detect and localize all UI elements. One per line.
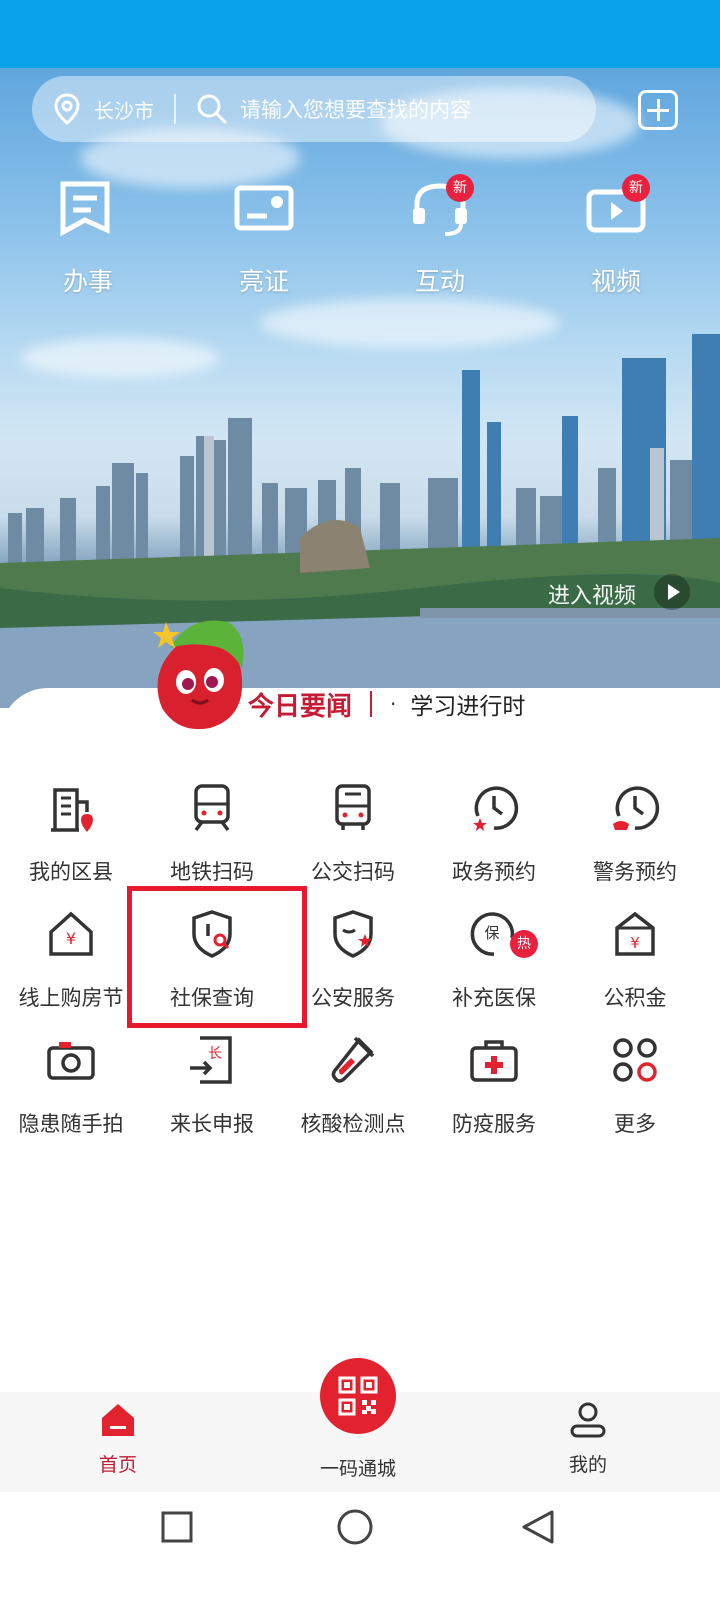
service-hazard-photo[interactable]: 隐患随手拍 — [0, 1034, 143, 1138]
tab-home[interactable]: 首页 — [58, 1400, 178, 1477]
service-police-appointment[interactable]: 警务预约 — [563, 782, 707, 886]
recents-square-icon[interactable] — [160, 1510, 194, 1544]
clock-police-icon — [613, 786, 660, 830]
tab-mine[interactable]: 我的 — [528, 1400, 648, 1477]
service-arrival-declare[interactable]: 长 来长申报 — [140, 1034, 284, 1138]
service-more[interactable]: 更多 — [563, 1034, 707, 1138]
service-label: 警务预约 — [593, 860, 677, 884]
service-gov-appointment[interactable]: 政务预约 — [422, 782, 566, 886]
service-bus-scan[interactable]: 公交扫码 — [281, 782, 425, 886]
location-pin-icon — [54, 93, 80, 125]
service-label: 来长申报 — [170, 1112, 254, 1136]
building-location-icon — [51, 788, 93, 832]
svg-text:保: 保 — [484, 924, 499, 942]
news-divider — [370, 691, 373, 717]
quick-action-label: 视频 — [590, 267, 641, 296]
bus-icon — [335, 784, 371, 830]
document-check-icon — [60, 181, 110, 237]
add-button[interactable] — [638, 90, 678, 130]
home-icon — [102, 1404, 134, 1436]
clock-star-icon — [473, 786, 519, 831]
city-label: 长沙市 — [94, 98, 154, 123]
service-epidemic-prevention[interactable]: 防疫服务 — [422, 1034, 566, 1138]
service-label: 地铁扫码 — [170, 860, 254, 884]
service-nucleic-test-sites[interactable]: 核酸检测点 — [281, 1034, 425, 1138]
service-metro-scan[interactable]: 地铁扫码 — [140, 782, 284, 886]
service-label: 线上购房节 — [18, 986, 124, 1010]
tab-label: 一码通城 — [319, 1458, 396, 1480]
camera-icon — [47, 1042, 95, 1080]
service-my-district[interactable]: 我的区县 — [0, 782, 143, 886]
service-label: 公积金 — [603, 986, 667, 1010]
quick-action-liangzheng[interactable]: 亮证 — [204, 180, 324, 298]
id-card-icon — [234, 185, 294, 231]
search-icon — [197, 94, 227, 124]
person-icon — [570, 1402, 606, 1438]
search-input[interactable]: 请输入您想要查找的内容 — [240, 94, 471, 124]
quick-action-label: 亮证 — [238, 267, 289, 296]
quick-action-label: 互动 — [414, 267, 465, 296]
status-bar — [0, 0, 720, 68]
news-title: 今日要闻 — [248, 691, 353, 722]
tab-label: 首页 — [98, 1454, 137, 1476]
service-label: 政务预约 — [452, 860, 536, 884]
qr-scan-button[interactable] — [320, 1358, 396, 1434]
test-tube-icon — [331, 1036, 375, 1083]
subway-icon — [194, 784, 230, 832]
enter-video-link[interactable]: 进入视频 — [548, 578, 636, 610]
highlight-frame — [127, 886, 307, 1028]
new-badge: 新 — [622, 174, 650, 202]
system-nav-bar — [0, 1492, 720, 1600]
svg-text:长: 长 — [208, 1046, 222, 1062]
tab-scan[interactable]: 一码通城 — [298, 1448, 418, 1481]
search-divider — [174, 94, 176, 124]
new-badge: 新 — [446, 174, 474, 202]
news-ticker[interactable]: 今日要闻 · 学习进行时 — [248, 676, 525, 732]
declare-icon: 长 — [190, 1036, 232, 1084]
qr-code-icon — [338, 1376, 378, 1416]
quick-action-hudong[interactable]: 新 互动 — [380, 174, 500, 298]
skyline-image — [0, 334, 720, 708]
service-label: 补充医保 — [452, 986, 536, 1010]
service-house-purchase[interactable]: ¥ 线上购房节 — [0, 908, 143, 1012]
hot-badge: 热 — [510, 930, 538, 958]
service-label: 防疫服务 — [452, 1112, 536, 1136]
location-selector[interactable]: 长沙市 — [32, 93, 154, 125]
service-supplementary-medical[interactable]: 保 热 补充医保 — [422, 908, 566, 1012]
fund-box-icon: ¥ — [615, 911, 655, 956]
svg-text:¥: ¥ — [630, 934, 640, 952]
service-label: 更多 — [614, 1112, 656, 1136]
quick-action-label: 办事 — [62, 267, 113, 296]
service-label: 公交扫码 — [311, 860, 395, 884]
service-label: 隐患随手拍 — [18, 1112, 124, 1136]
play-icon[interactable] — [654, 574, 690, 610]
back-triangle-icon[interactable] — [520, 1508, 556, 1546]
home-circle-icon[interactable] — [336, 1508, 374, 1546]
medical-kit-icon — [470, 1040, 518, 1082]
shield-star-icon — [333, 910, 373, 958]
service-label: 核酸检测点 — [300, 1112, 406, 1136]
service-label: 我的区县 — [29, 860, 113, 884]
house-yuan-icon: ¥ — [49, 911, 93, 956]
chili-mascot-icon — [153, 620, 244, 730]
quick-action-shipin[interactable]: 新 视频 — [556, 174, 676, 298]
hero-banner[interactable] — [0, 68, 720, 708]
news-item[interactable]: 学习进行时 — [410, 687, 525, 721]
svg-text:¥: ¥ — [66, 929, 76, 948]
service-housing-fund[interactable]: ¥ 公积金 — [563, 908, 707, 1012]
tab-label: 我的 — [568, 1454, 607, 1476]
more-grid-icon — [613, 1038, 657, 1082]
bullet: · — [390, 692, 397, 716]
quick-action-banshi[interactable]: 办事 — [28, 180, 148, 298]
search-bar[interactable]: 长沙市 请输入您想要查找的内容 — [32, 76, 596, 142]
